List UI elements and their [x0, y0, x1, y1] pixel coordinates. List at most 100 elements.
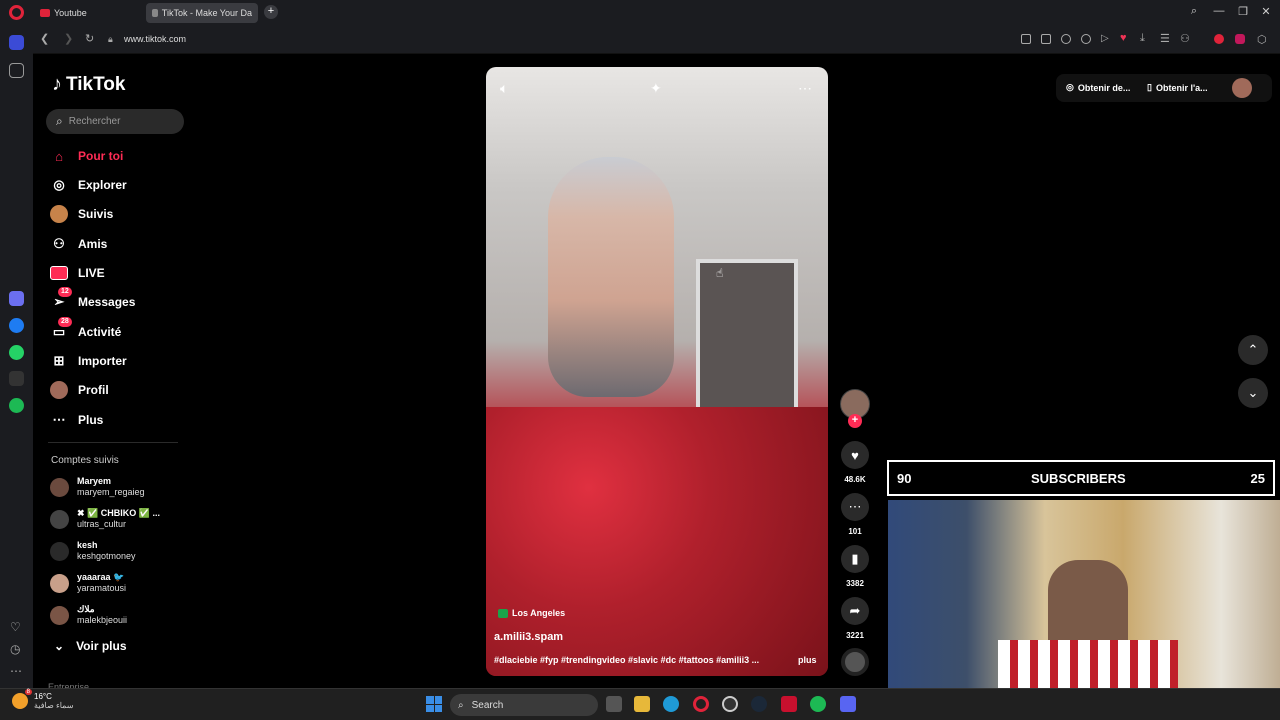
save-action[interactable]: ▮ 3382 — [840, 545, 870, 588]
play-icon[interactable]: ▷ — [1101, 33, 1109, 44]
account-name: Maryem — [77, 476, 112, 486]
spotify-icon[interactable] — [9, 398, 24, 413]
x-icon[interactable] — [9, 371, 24, 386]
tiktok-note-icon: ♪ — [52, 73, 62, 95]
avatar — [50, 573, 69, 593]
history-icon[interactable]: ◷ — [10, 642, 20, 656]
following-account[interactable]: Maryem maryem_regaieg — [50, 476, 145, 498]
get-app-button[interactable]: ▯ Obtenir l'a... — [1147, 82, 1208, 93]
like-action[interactable]: ♥ 48.6K — [840, 441, 870, 484]
profile-avatar — [50, 381, 68, 399]
following-account[interactable]: ✖ ✅ CHBIKO ✅ ... ultras_cultur — [50, 508, 160, 530]
video-username[interactable]: a.milii3.spam — [494, 631, 563, 643]
whatsapp-icon[interactable] — [9, 345, 24, 360]
next-video-button[interactable]: ⌄ — [1238, 378, 1268, 408]
download-icon[interactable]: ⤓ — [1140, 32, 1145, 45]
heart-icon[interactable]: ♡ — [10, 620, 21, 634]
nav-messages[interactable]: ➢ 12 Messages — [50, 287, 135, 313]
shield-icon[interactable] — [1061, 34, 1071, 44]
aria-icon[interactable] — [9, 291, 24, 306]
discord-icon[interactable] — [840, 696, 856, 712]
nav-activite[interactable]: ▭ 28 Activité — [50, 317, 121, 343]
back-icon[interactable]: ❮ — [40, 32, 49, 45]
nav-suivis[interactable]: Suivis — [50, 203, 113, 225]
menu-icon[interactable]: ☰ — [1160, 32, 1170, 45]
volume-icon[interactable]: 🔈︎ — [500, 80, 508, 97]
location-tag[interactable]: Los Angeles — [498, 608, 565, 618]
tiktok-logo[interactable]: ♪ TikTok — [52, 73, 125, 96]
nav-explorer[interactable]: ◎ Explorer — [50, 174, 127, 196]
home-icon[interactable] — [9, 35, 24, 50]
see-more-button[interactable]: ⌄ Voir plus — [54, 639, 127, 653]
nav-pour-toi[interactable]: ⌂ Pour toi — [50, 145, 123, 167]
obs-icon[interactable] — [722, 696, 738, 712]
logo-text: TikTok — [66, 73, 126, 95]
share-action[interactable]: ➦ 3221 — [840, 597, 870, 640]
extension-pink-icon[interactable] — [1235, 34, 1245, 44]
weather-temp: 16°C — [34, 692, 52, 701]
sparkle-icon[interactable]: ✦ — [650, 80, 662, 97]
extension-red-icon[interactable] — [1214, 34, 1224, 44]
get-app-label: Obtenir l'a... — [1155, 82, 1208, 93]
video-player[interactable]: 🔈︎ ✦ ⋯ Los Angeles a.milii3.spam #dlacie… — [486, 67, 828, 676]
new-tab-button[interactable]: + — [264, 5, 278, 19]
extension-icon[interactable] — [1081, 34, 1091, 44]
messenger-icon[interactable] — [9, 318, 24, 333]
forward-icon[interactable]: ❯ — [64, 32, 73, 45]
file-explorer-icon[interactable] — [634, 696, 650, 712]
tab-label: TikTok - Make Your Da — [161, 8, 252, 18]
more-icon[interactable]: ⋯ — [10, 664, 22, 678]
subscriber-title: SUBSCRIBERS — [1031, 471, 1126, 486]
account-icon[interactable]: ⚇ — [1180, 32, 1190, 45]
app-red-icon[interactable] — [781, 696, 797, 712]
profile-avatar[interactable] — [1232, 78, 1252, 98]
music-disc[interactable] — [841, 648, 869, 676]
minimize-icon[interactable]: — — [1211, 5, 1227, 17]
weather-widget[interactable]: 8 16°C سماء صافية — [12, 689, 74, 710]
nav-label: Explorer — [78, 178, 127, 192]
share-icon: ➦ — [841, 597, 869, 625]
cube-icon[interactable]: ⬡ — [1257, 33, 1267, 46]
search-input[interactable]: ⌕ Rechercher — [46, 109, 184, 134]
url-field[interactable]: www.tiktok.com — [124, 34, 186, 44]
nav-amis[interactable]: ⚇ Amis — [50, 233, 107, 255]
maximize-icon[interactable]: ❐ — [1235, 5, 1251, 18]
spotify-icon[interactable] — [810, 696, 826, 712]
caption-more-link[interactable]: plus — [798, 655, 817, 665]
comment-action[interactable]: ⋯ 101 — [840, 493, 870, 536]
close-icon[interactable]: ✕ — [1258, 5, 1274, 18]
webcam-shirt — [998, 640, 1178, 688]
nav-profil[interactable]: Profil — [50, 379, 109, 401]
search-tabs-icon[interactable]: ⌕ — [1186, 5, 1202, 18]
get-coins-button[interactable]: ◎ Obtenir de... — [1066, 82, 1130, 93]
opera-logo-icon[interactable] — [9, 5, 24, 20]
heart-icon[interactable]: ♥ — [1120, 32, 1127, 44]
account-user: keshgotmoney — [77, 551, 136, 561]
opera-icon[interactable] — [693, 696, 709, 712]
coin-icon: ◎ — [1066, 82, 1074, 92]
following-account[interactable]: kesh keshgotmoney — [50, 540, 136, 562]
following-account[interactable]: ملاك malekbjeouii — [50, 604, 127, 626]
tab-tiktok[interactable]: TikTok - Make Your Da — [146, 3, 258, 23]
follow-button[interactable]: + — [848, 414, 862, 428]
nav-live[interactable]: LIVE — [50, 262, 105, 284]
account-name: ملاك — [77, 604, 95, 614]
edit-icon[interactable] — [1021, 34, 1031, 44]
nav-plus[interactable]: ⋯ Plus — [50, 409, 104, 431]
more-options-icon[interactable]: ⋯ — [798, 80, 812, 97]
taskbar-search[interactable]: ⌕ Search — [450, 694, 598, 716]
nav-importer[interactable]: ⊞ Importer — [50, 350, 127, 372]
tab-youtube[interactable]: Youtube — [34, 3, 142, 23]
steam-icon[interactable] — [751, 696, 767, 712]
following-account[interactable]: yaaaraa 🐦 yaramatousi — [50, 572, 126, 594]
edge-icon[interactable] — [663, 696, 679, 712]
video-hashtags[interactable]: #dlaciebie #fyp #trendingvideo #slavic #… — [494, 655, 784, 665]
windows-start-icon[interactable] — [426, 696, 442, 712]
nav-label: Amis — [78, 237, 108, 251]
avatar — [50, 605, 69, 625]
task-view-icon[interactable] — [606, 696, 622, 712]
camera-icon[interactable] — [1041, 34, 1051, 44]
previous-video-button[interactable]: ⌃ — [1238, 335, 1268, 365]
reload-icon[interactable]: ↻ — [85, 32, 94, 45]
star-icon[interactable] — [9, 63, 24, 78]
